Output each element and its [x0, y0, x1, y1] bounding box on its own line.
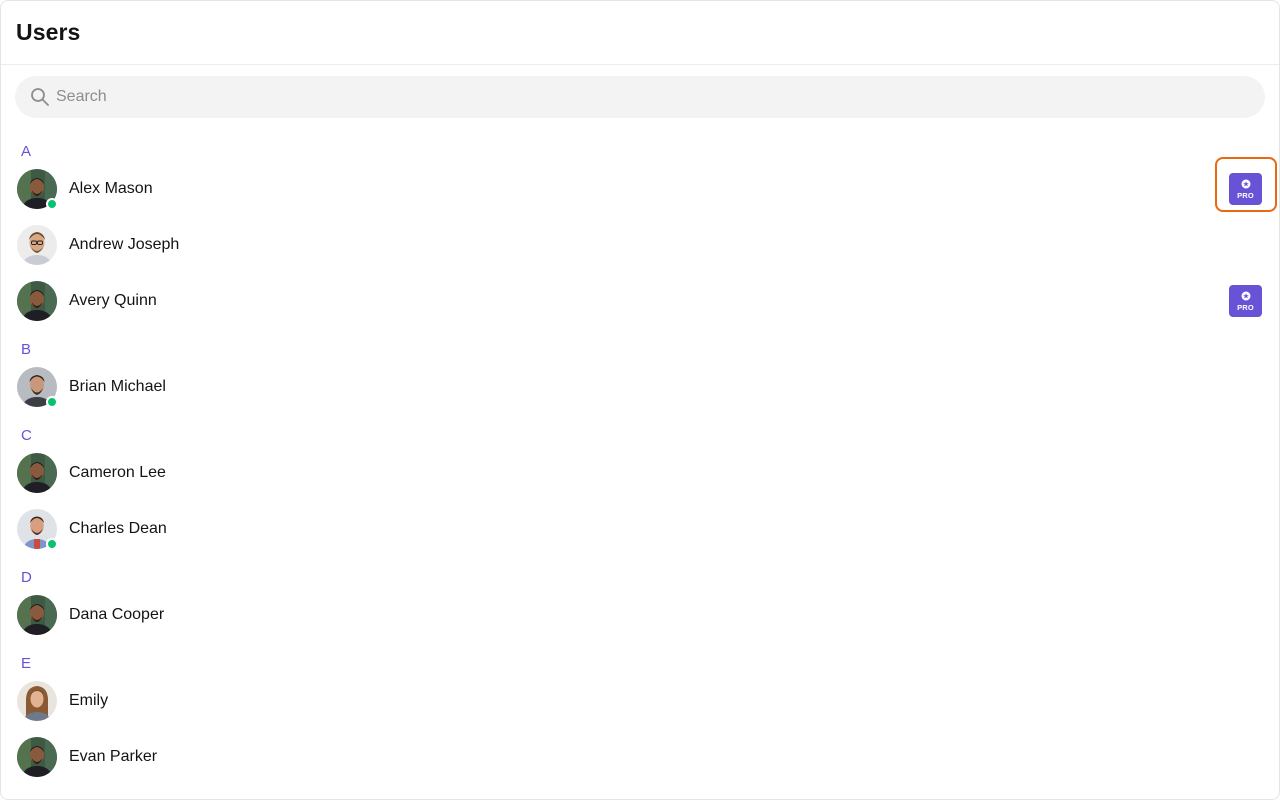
pro-badge-button[interactable]: PRO	[1229, 285, 1262, 317]
badge-icon	[1241, 291, 1250, 301]
user-name: Avery Quinn	[69, 292, 157, 309]
user-name: Charles Dean	[69, 520, 167, 537]
header: Users	[1, 1, 1279, 65]
user-list-item[interactable]: Emily	[1, 673, 1279, 729]
online-status-indicator	[46, 198, 58, 210]
user-name: Brian Michael	[69, 378, 166, 395]
online-status-indicator	[46, 538, 58, 550]
user-name: Alex Mason	[69, 180, 153, 197]
user-name: Andrew Joseph	[69, 236, 180, 253]
avatar	[17, 737, 57, 777]
section-header-e: E	[21, 655, 32, 672]
user-list-item[interactable]: Alex Mason PRO	[1, 157, 1279, 217]
user-list: A Alex Mason PRO Andrew Joseph Avery Quinn PR…	[1, 131, 1279, 799]
search-icon	[30, 87, 50, 107]
avatar	[17, 367, 58, 408]
section-header-a: A	[21, 143, 32, 160]
section-header-d: D	[21, 569, 32, 586]
user-name: Emily	[69, 692, 109, 709]
user-list-item[interactable]: Brian Michael	[1, 359, 1279, 415]
avatar	[17, 595, 57, 635]
user-list-item[interactable]: Charles Dean	[1, 501, 1279, 557]
avatar	[17, 169, 58, 210]
highlight-outline	[1215, 157, 1277, 212]
avatar	[17, 509, 58, 550]
search-input[interactable]	[56, 88, 956, 106]
search-container	[1, 65, 1279, 118]
avatar	[17, 681, 57, 721]
user-list-item[interactable]: Andrew Joseph	[1, 217, 1279, 273]
avatar	[17, 453, 57, 493]
user-list-item[interactable]: Dana Cooper	[1, 587, 1279, 643]
users-panel: Users AAlex MasonPROAndrew JosephAvery Q…	[0, 0, 1280, 800]
user-list-item[interactable]: Evan Parker	[1, 729, 1279, 785]
avatar	[17, 225, 57, 265]
avatar	[17, 281, 57, 321]
pro-badge-label: PRO	[1237, 303, 1254, 312]
user-list-item[interactable]: Cameron Lee	[1, 445, 1279, 501]
section-header-f: F	[1, 785, 1279, 799]
section-header-c: C	[21, 427, 32, 444]
user-name: Dana Cooper	[69, 606, 165, 623]
user-name: Cameron Lee	[69, 464, 166, 481]
search-bar[interactable]	[15, 76, 1265, 118]
online-status-indicator	[46, 396, 58, 408]
section-header-b: B	[21, 341, 32, 358]
user-name: Evan Parker	[69, 748, 158, 765]
page-title: Users	[16, 19, 81, 45]
user-list-item[interactable]: Avery Quinn PRO	[1, 273, 1279, 329]
